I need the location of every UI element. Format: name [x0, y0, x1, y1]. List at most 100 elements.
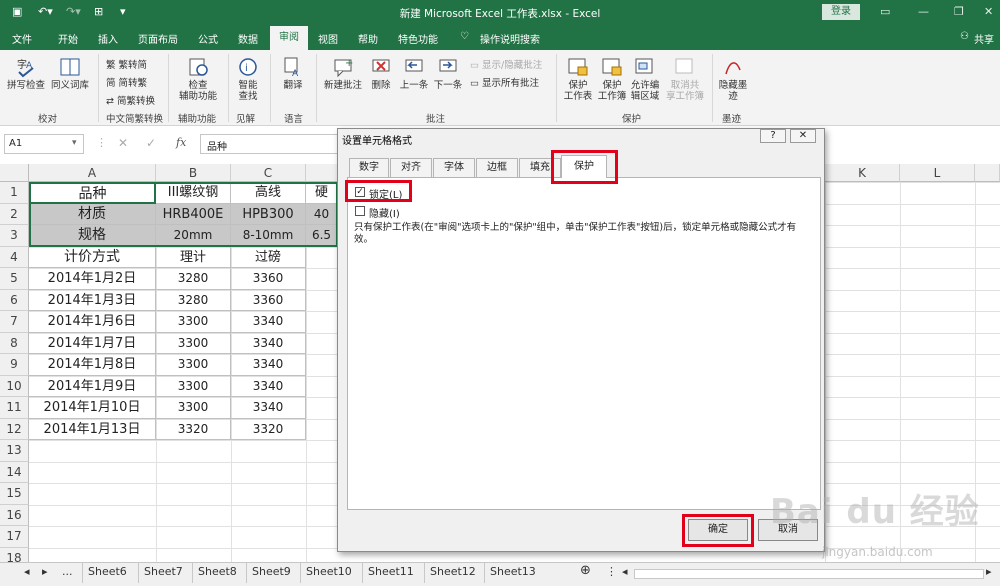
hide-ink-button[interactable]: 隐藏墨迹	[716, 56, 750, 102]
table-header-cell[interactable]: 硬	[306, 182, 338, 204]
table-cell[interactable]: 2014年1月6日	[29, 311, 156, 333]
tab-border[interactable]: 边框	[476, 158, 518, 177]
thesaurus-button[interactable]: 同义词库	[48, 56, 92, 91]
tab-review[interactable]: 审阅	[270, 26, 308, 50]
select-all-corner[interactable]	[0, 164, 29, 182]
table-cell[interactable]: 2014年1月2日	[29, 268, 156, 290]
next-sheet-icon[interactable]: ▸	[42, 565, 48, 578]
table-cell[interactable]: 3320	[231, 418, 306, 440]
column-header-a[interactable]: A	[29, 164, 156, 182]
allow-edit-ranges-button[interactable]: 允许编 辑区域	[628, 56, 662, 102]
trad-to-simp-button[interactable]: 繁 繁转简	[106, 57, 147, 71]
table-cell[interactable]: 2014年1月3日	[29, 289, 156, 311]
table-cell[interactable]: 2014年1月7日	[29, 332, 156, 354]
table-cell[interactable]: 2014年1月10日	[29, 397, 156, 419]
table-cell[interactable]: 3340	[231, 375, 306, 397]
row-header[interactable]: 6	[0, 289, 29, 311]
table-cell[interactable]: 40	[306, 203, 338, 225]
tab-alignment[interactable]: 对齐	[390, 158, 432, 177]
add-sheet-icon[interactable]: ⊕	[580, 563, 591, 578]
row-header[interactable]: 1	[0, 182, 29, 204]
smart-lookup-button[interactable]: i 智能 查找	[232, 56, 264, 102]
prev-sheet-icon[interactable]: ◂	[24, 565, 30, 578]
table-cell[interactable]: 3340	[231, 332, 306, 354]
table-cell[interactable]: 规格	[29, 225, 156, 247]
tab-font[interactable]: 字体	[433, 158, 475, 177]
login-button[interactable]: 登录	[822, 4, 860, 20]
row-header[interactable]: 17	[0, 526, 29, 548]
table-cell[interactable]: 理计	[156, 246, 231, 268]
sheet-tab[interactable]: Sheet9	[252, 565, 291, 578]
table-header-cell[interactable]: 高线	[231, 182, 306, 204]
table-cell[interactable]: 8-10mm	[231, 225, 306, 247]
tab-insert[interactable]: 插入	[98, 31, 118, 46]
scroll-right-icon[interactable]: ▸	[986, 565, 992, 578]
table-cell[interactable]: HRB400E	[156, 203, 231, 225]
dialog-close-button[interactable]: ✕	[790, 129, 816, 143]
scroll-left-icon[interactable]: ◂	[622, 565, 628, 578]
table-cell[interactable]: 3300	[156, 375, 231, 397]
protect-workbook-button[interactable]: 保护 工作簿	[596, 56, 628, 102]
table-cell[interactable]: 3340	[231, 397, 306, 419]
table-cell[interactable]: 3360	[231, 289, 306, 311]
row-header[interactable]: 8	[0, 332, 29, 354]
column-header-l[interactable]: L	[900, 164, 975, 182]
translate-button[interactable]: A 翻译	[276, 56, 310, 91]
help-button[interactable]: ?	[760, 129, 786, 143]
hidden-label[interactable]: 隐藏(I)	[369, 205, 400, 220]
column-header-b[interactable]: B	[156, 164, 231, 182]
close-icon[interactable]: ✕	[984, 5, 993, 18]
table-cell[interactable]: 3300	[156, 332, 231, 354]
simp-to-trad-button[interactable]: 简 简转繁	[106, 75, 147, 89]
table-cell[interactable]: 3300	[156, 397, 231, 419]
row-header[interactable]: 14	[0, 461, 29, 483]
row-header[interactable]: 3	[0, 225, 29, 247]
table-cell[interactable]: 3320	[156, 418, 231, 440]
table-cell[interactable]: 6.5	[306, 225, 338, 247]
tab-view[interactable]: 视图	[318, 31, 338, 46]
confirm-entry-icon[interactable]: ✓	[146, 136, 156, 150]
table-header-cell[interactable]: 品种	[29, 182, 156, 204]
delete-comment-button[interactable]: 删除	[366, 56, 396, 91]
table-cell[interactable]: 3340	[231, 354, 306, 376]
table-cell[interactable]: 20mm	[156, 225, 231, 247]
row-header[interactable]: 12	[0, 418, 29, 440]
sheet-ellipsis[interactable]: ...	[62, 565, 73, 578]
column-header-k[interactable]: K	[825, 164, 900, 182]
table-cell[interactable]: 计价方式	[29, 246, 156, 268]
table-cell[interactable]: 3300	[156, 354, 231, 376]
table-cell[interactable]: 3280	[156, 289, 231, 311]
table-cell[interactable]: 2014年1月9日	[29, 375, 156, 397]
table-cell[interactable]: 3280	[156, 268, 231, 290]
chevron-down-icon[interactable]: ▾	[72, 138, 77, 148]
formula-input[interactable]: 品种	[200, 134, 340, 154]
row-header[interactable]: 2	[0, 203, 29, 225]
sheet-tab[interactable]: Sheet10	[306, 565, 352, 578]
table-cell[interactable]: HPB300	[231, 203, 306, 225]
restore-icon[interactable]: ❐	[954, 5, 964, 18]
protect-sheet-button[interactable]: 保护 工作表	[562, 56, 594, 102]
tab-number[interactable]: 数字	[349, 158, 389, 177]
table-header-cell[interactable]: III螺纹钢	[156, 182, 231, 204]
table-cell[interactable]: 2014年1月13日	[29, 418, 156, 440]
sheet-tab[interactable]: Sheet8	[198, 565, 237, 578]
unshare-workbook-button[interactable]: 取消共 享工作簿	[664, 56, 706, 102]
check-accessibility-button[interactable]: 检查 辅助功能	[174, 56, 222, 102]
row-header[interactable]: 15	[0, 483, 29, 505]
column-header-c[interactable]: C	[231, 164, 306, 182]
sheet-tab[interactable]: Sheet11	[368, 565, 414, 578]
table-cell[interactable]: 过磅	[231, 246, 306, 268]
tab-formulas[interactable]: 公式	[198, 31, 218, 46]
row-header[interactable]: 9	[0, 354, 29, 376]
minimize-icon[interactable]: —	[918, 5, 929, 18]
sheet-tab[interactable]: Sheet7	[144, 565, 183, 578]
tab-data[interactable]: 数据	[238, 31, 258, 46]
sheet-more-icon[interactable]: ⋮	[606, 565, 617, 578]
spell-check-button[interactable]: 字A 拼写检查	[6, 56, 46, 91]
sheet-tab[interactable]: Sheet13	[490, 565, 536, 578]
row-header[interactable]: 10	[0, 375, 29, 397]
table-cell[interactable]: 2014年1月8日	[29, 354, 156, 376]
row-header[interactable]: 7	[0, 311, 29, 333]
row-header[interactable]: 11	[0, 397, 29, 419]
tab-help[interactable]: 帮助	[358, 31, 378, 46]
